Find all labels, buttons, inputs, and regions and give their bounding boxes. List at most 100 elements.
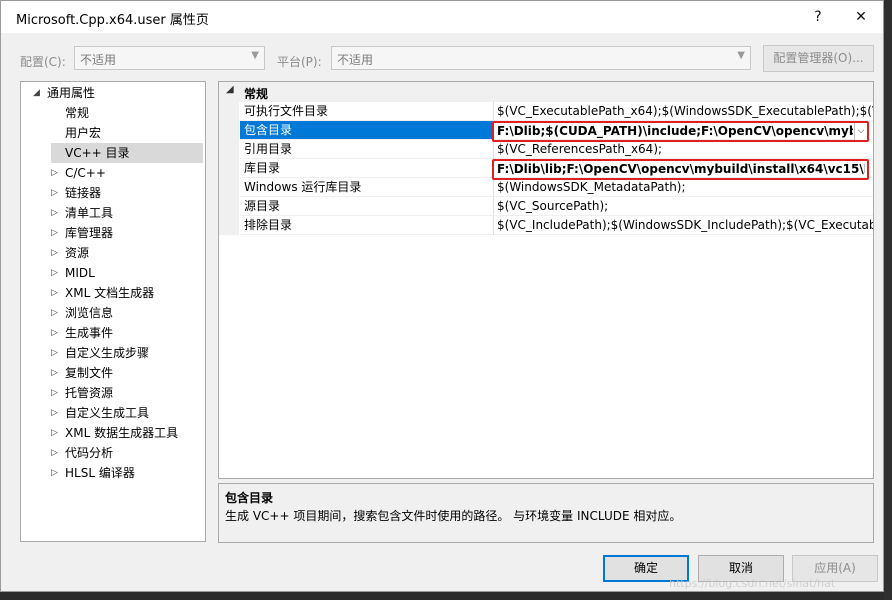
chevron-down-icon[interactable]: ⌵: [854, 123, 867, 140]
tree-item-librarian[interactable]: ▷ 库管理器: [51, 223, 114, 243]
config-manager-button[interactable]: 配置管理器(O)...: [763, 45, 874, 72]
tree-item-midl[interactable]: ▷ MIDL: [51, 263, 95, 283]
expand-icon[interactable]: ▷: [51, 223, 58, 243]
include-dirs-value-editor[interactable]: F:\Dlib;$(CUDA_PATH)\include;F:\OpenCV\o…: [492, 121, 869, 142]
property-row-source-dirs[interactable]: 源目录 $(VC_SourcePath);: [219, 197, 873, 216]
tree-item-copy-file[interactable]: ▷ 复制文件: [51, 363, 114, 383]
tree-item-label: 链接器: [65, 186, 102, 200]
property-row-exclude-dirs[interactable]: 排除目录 $(VC_IncludePath);$(WindowsSDK_Incl…: [219, 216, 873, 235]
tree-item-label: 生成事件: [65, 326, 114, 340]
tree-item-code-analysis[interactable]: ▷ 代码分析: [51, 443, 114, 463]
tree-item-vc-directories[interactable]: VC++ 目录: [51, 143, 203, 163]
tree-item-hlsl-compiler[interactable]: ▷ HLSL 编译器: [51, 463, 135, 483]
category-label: 常规: [244, 87, 269, 101]
property-pages-dialog: Microsoft.Cpp.x64.user 属性页 ? ✕ 配置(C): 不适…: [0, 0, 884, 592]
tree-item-label: 资源: [65, 246, 90, 260]
config-value: 不适用: [80, 53, 117, 67]
expand-icon[interactable]: ▷: [51, 203, 58, 223]
tree-item-general[interactable]: 常规: [65, 103, 89, 123]
chevron-down-icon: ▼: [251, 50, 259, 61]
tree-item-managed-resources[interactable]: ▷ 托管资源: [51, 383, 114, 403]
property-name: 引用目录: [240, 140, 493, 159]
tree-item-cpp[interactable]: ▷ C/C++: [51, 163, 106, 183]
chevron-down-icon: ▼: [737, 50, 745, 61]
tree-item-build-events[interactable]: ▷ 生成事件: [51, 323, 114, 343]
watermark: https://blog.csdn.net/sinat/hat: [669, 577, 836, 590]
platform-value: 不适用: [337, 53, 374, 67]
title-bar: Microsoft.Cpp.x64.user 属性页 ? ✕: [1, 1, 883, 33]
expand-icon[interactable]: ▷: [51, 303, 58, 323]
tree-item-label: XML 数据生成器工具: [65, 426, 179, 440]
tree-item-user-macros[interactable]: 用户宏: [65, 123, 101, 143]
tree-item-label: C/C++: [65, 166, 106, 180]
config-toolbar: 配置(C): 不适用 ▼ 平台(P): 不适用 ▼: [1, 41, 883, 75]
description-panel: 包含目录 生成 VC++ 项目期间，搜索包含文件时使用的路径。 与环境变量 IN…: [218, 483, 874, 543]
tree-item-linker[interactable]: ▷ 链接器: [51, 183, 102, 203]
expand-icon[interactable]: ▷: [51, 163, 58, 183]
collapse-icon[interactable]: ◢: [33, 83, 40, 103]
tree-item-label: HLSL 编译器: [65, 466, 135, 480]
config-select[interactable]: 不适用 ▼: [74, 46, 265, 70]
description-title: 包含目录: [225, 491, 274, 505]
expand-icon[interactable]: ▷: [51, 423, 58, 443]
tree-item-xml-data-generator[interactable]: ▷ XML 数据生成器工具: [51, 423, 179, 443]
expand-icon[interactable]: ▷: [51, 403, 58, 423]
tree-item-label: MIDL: [65, 266, 95, 280]
property-value[interactable]: $(WindowsSDK_MetadataPath);: [493, 178, 873, 197]
property-value[interactable]: $(VC_ExecutablePath_x64);$(WindowsSDK_Ex…: [493, 102, 873, 121]
library-dirs-value-highlight: F:\Dlib\lib;F:\OpenCV\opencv\mybuild\ins…: [492, 159, 869, 180]
property-name: 包含目录: [240, 121, 493, 140]
expand-icon[interactable]: ▷: [51, 183, 58, 203]
property-name: 排除目录: [240, 216, 493, 235]
tree-item-label: XML 文档生成器: [65, 286, 155, 300]
property-value[interactable]: $(VC_ReferencesPath_x64);: [493, 140, 873, 159]
expand-icon[interactable]: ▷: [51, 263, 58, 283]
property-value[interactable]: $(VC_IncludePath);$(WindowsSDK_IncludePa…: [493, 216, 873, 235]
description-text: 生成 VC++ 项目期间，搜索包含文件时使用的路径。 与环境变量 INCLUDE…: [225, 509, 682, 523]
property-row-reference-dirs[interactable]: 引用目录 $(VC_ReferencesPath_x64);: [219, 140, 873, 159]
collapse-icon[interactable]: ◢: [226, 84, 234, 95]
expand-icon[interactable]: ▷: [51, 323, 58, 343]
tree-item-browse-info[interactable]: ▷ 浏览信息: [51, 303, 114, 323]
expand-icon[interactable]: ▷: [51, 363, 58, 383]
config-label: 配置(C):: [20, 55, 66, 69]
property-row-winrt-dirs[interactable]: Windows 运行库目录 $(WindowsSDK_MetadataPath)…: [219, 178, 873, 197]
expand-icon[interactable]: ▷: [51, 343, 58, 363]
tree-item-label: 托管资源: [65, 386, 114, 400]
tree-root-common-properties[interactable]: ◢ 通用属性: [33, 83, 96, 103]
expand-icon[interactable]: ▷: [51, 383, 58, 403]
category-header[interactable]: ◢ 常规: [219, 82, 873, 102]
property-name: 库目录: [240, 159, 493, 178]
expand-icon[interactable]: ▷: [51, 243, 58, 263]
tree-root-label: 通用属性: [47, 86, 96, 100]
tree-item-manifest-tool[interactable]: ▷ 清单工具: [51, 203, 113, 223]
tree-item-resources[interactable]: ▷ 资源: [51, 243, 90, 263]
tree-item-label: 自定义生成工具: [65, 406, 150, 420]
window-title: Microsoft.Cpp.x64.user 属性页: [16, 13, 209, 28]
property-tree[interactable]: ◢ 通用属性 常规 用户宏 VC++ 目录 ▷ C/C++ ▷ 链接器 ▷ 清单工具 …: [20, 81, 206, 542]
property-name: Windows 运行库目录: [240, 178, 493, 197]
expand-icon[interactable]: ▷: [51, 443, 58, 463]
property-name: 可执行文件目录: [240, 102, 493, 121]
property-name: 源目录: [240, 197, 493, 216]
tree-item-xml-doc-generator[interactable]: ▷ XML 文档生成器: [51, 283, 155, 303]
tree-item-label: 复制文件: [65, 366, 114, 380]
expand-icon[interactable]: ▷: [51, 283, 58, 303]
expand-icon[interactable]: ▷: [51, 463, 58, 483]
help-button[interactable]: ?: [796, 1, 840, 33]
tree-item-custom-build-step[interactable]: ▷ 自定义生成步骤: [51, 343, 150, 363]
tree-item-label: 库管理器: [65, 226, 114, 240]
tree-item-label: 自定义生成步骤: [65, 346, 150, 360]
property-grid: ◢ 常规 可执行文件目录 $(VC_ExecutablePath_x64);$(…: [218, 81, 874, 479]
close-icon[interactable]: ✕: [839, 1, 883, 33]
library-dirs-value[interactable]: F:\Dlib\lib;F:\OpenCV\opencv\mybuild\ins…: [497, 161, 865, 178]
background-edge: [884, 0, 892, 600]
property-row-executable-dirs[interactable]: 可执行文件目录 $(VC_ExecutablePath_x64);$(Windo…: [219, 102, 873, 121]
tree-item-label: 代码分析: [65, 446, 114, 460]
platform-label: 平台(P):: [277, 55, 322, 69]
platform-select[interactable]: 不适用 ▼: [331, 46, 751, 70]
property-value[interactable]: $(VC_SourcePath);: [493, 197, 873, 216]
tree-item-label: 浏览信息: [65, 306, 114, 320]
tree-item-custom-build-tool[interactable]: ▷ 自定义生成工具: [51, 403, 150, 423]
include-dirs-value[interactable]: F:\Dlib;$(CUDA_PATH)\include;F:\OpenCV\o…: [497, 123, 853, 140]
